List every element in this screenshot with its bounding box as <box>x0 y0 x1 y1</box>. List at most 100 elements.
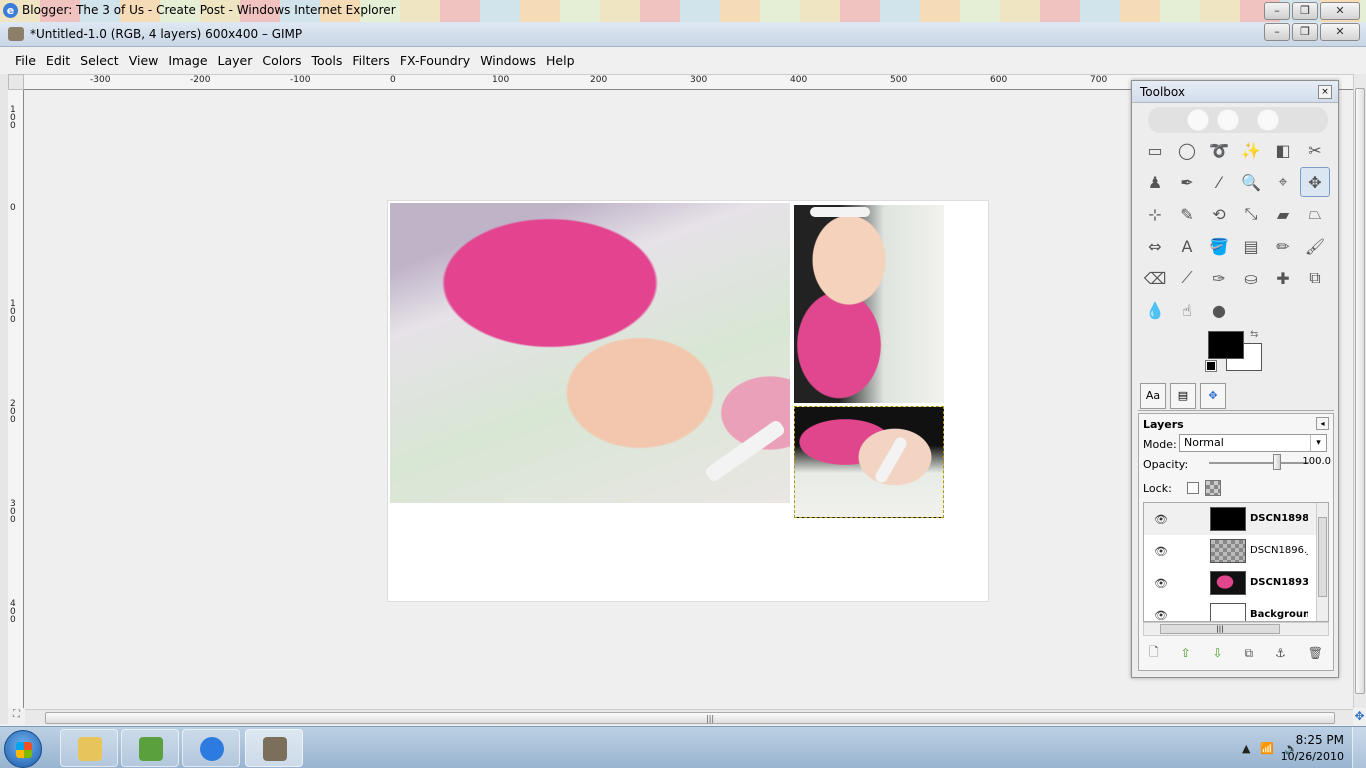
menu-filters[interactable]: Filters <box>347 53 394 68</box>
fuzzy-select-icon[interactable]: ✨ <box>1236 135 1266 165</box>
menu-file[interactable]: File <box>10 53 41 68</box>
ie-close-button[interactable]: ✕ <box>1320 2 1360 20</box>
layer-name[interactable]: DSCN1898.J <box>1250 513 1308 524</box>
clone-icon[interactable]: ⛀ <box>1236 263 1266 293</box>
visibility-eye-icon[interactable]: 👁 <box>1154 609 1168 621</box>
baby-photo-main[interactable] <box>390 203 790 503</box>
layer-list-vscrollbar[interactable] <box>1316 503 1328 621</box>
taskbar-explorer-button[interactable] <box>60 729 118 767</box>
opacity-slider-handle[interactable] <box>1273 454 1281 470</box>
scale-icon[interactable]: ⤡ <box>1236 199 1266 229</box>
shear-icon[interactable]: ▰ <box>1268 199 1298 229</box>
menu-tools[interactable]: Tools <box>307 53 348 68</box>
menu-view[interactable]: View <box>124 53 164 68</box>
zoom-icon[interactable]: 🔍 <box>1236 167 1266 197</box>
baby-photo-bottom-right-selected[interactable] <box>794 406 944 518</box>
raise-layer-button[interactable]: ⇧ <box>1181 646 1191 660</box>
taskbar-gimp-button[interactable] <box>245 729 303 767</box>
measure-icon[interactable]: ⌖ <box>1268 167 1298 197</box>
ruler-corner-button[interactable] <box>8 74 24 90</box>
taskbar-k-app-button[interactable] <box>121 729 179 767</box>
flip-icon[interactable]: ⇔ <box>1140 231 1170 261</box>
visibility-eye-icon[interactable]: 👁 <box>1154 545 1168 558</box>
opacity-value[interactable]: 100.0 <box>1289 456 1331 467</box>
menu-layer[interactable]: Layer <box>213 53 258 68</box>
ie-minimize-button[interactable]: – <box>1264 2 1290 20</box>
network-icon[interactable]: 📶 <box>1260 742 1274 755</box>
paintbrush-icon[interactable]: 🖌 <box>1300 231 1330 261</box>
tab-layers-stack-icon[interactable]: ▤ <box>1170 383 1196 409</box>
color-picker-icon[interactable]: ⁄ <box>1204 167 1234 197</box>
pencil-icon[interactable]: ✏ <box>1268 231 1298 261</box>
quick-mask-toggle[interactable]: ⛶ <box>8 709 25 725</box>
layer-row[interactable]: 👁 DSCN1893.. <box>1144 567 1328 599</box>
bucket-fill-icon[interactable]: 🪣 <box>1204 231 1234 261</box>
horizontal-scrollbar-thumb[interactable]: ||| <box>45 712 1335 724</box>
foreground-color-swatch[interactable] <box>1208 331 1244 359</box>
foreground-select-icon[interactable]: ♟ <box>1140 167 1170 197</box>
start-button[interactable] <box>4 730 42 768</box>
show-desktop-button[interactable] <box>1352 727 1366 768</box>
image-canvas[interactable] <box>388 201 988 601</box>
dodge-burn-icon[interactable]: ● <box>1204 295 1234 325</box>
toolbox-close-button[interactable]: × <box>1318 85 1332 99</box>
taskbar-ie-button[interactable] <box>182 729 240 767</box>
vertical-scrollbar-thumb[interactable] <box>1355 88 1365 694</box>
clock-time[interactable]: 8:25 PM <box>1296 733 1344 747</box>
baby-photo-top-right[interactable] <box>794 205 944 403</box>
free-select-icon[interactable]: ➰ <box>1204 135 1234 165</box>
paths-icon[interactable]: ✒ <box>1172 167 1202 197</box>
layer-row[interactable]: 👁 DSCN1898.J <box>1144 503 1328 535</box>
layer-name[interactable]: Background <box>1250 609 1308 620</box>
vertical-scrollbar[interactable] <box>1353 74 1366 708</box>
new-layer-button[interactable]: 🗋 <box>1149 643 1159 664</box>
ie-maximize-button[interactable]: ❐ <box>1292 2 1318 20</box>
gimp-maximize-button[interactable]: ❐ <box>1292 23 1318 41</box>
menu-image[interactable]: Image <box>163 53 212 68</box>
heal-icon[interactable]: ✚ <box>1268 263 1298 293</box>
default-colors-icon[interactable] <box>1205 360 1217 372</box>
swap-colors-icon[interactable]: ⇆ <box>1250 329 1258 340</box>
gimp-minimize-button[interactable]: – <box>1264 23 1290 41</box>
text-icon[interactable]: A <box>1172 231 1202 261</box>
anchor-layer-button[interactable]: ⚓ <box>1275 646 1286 660</box>
menu-colors[interactable]: Colors <box>257 53 306 68</box>
horizontal-scrollbar[interactable]: ||| <box>25 709 1353 725</box>
lower-layer-button[interactable]: ⇩ <box>1213 646 1223 660</box>
menu-fx-foundry[interactable]: FX-Foundry <box>395 53 475 68</box>
blur-icon[interactable]: 💧 <box>1140 295 1170 325</box>
tab-move-tool-options[interactable]: ✥ <box>1200 383 1226 409</box>
perspective-icon[interactable]: ⏢ <box>1300 199 1330 229</box>
layer-list-hscroll-thumb[interactable]: ||| <box>1160 624 1280 634</box>
blend-icon[interactable]: ▤ <box>1236 231 1266 261</box>
visibility-eye-icon[interactable]: 👁 <box>1154 513 1168 526</box>
move-icon[interactable]: ✥ <box>1300 167 1330 197</box>
navigate-icon[interactable]: ✥ <box>1353 709 1366 725</box>
tab-text-tool-options[interactable]: Aa <box>1140 383 1166 409</box>
ink-icon[interactable]: ✑ <box>1204 263 1234 293</box>
airbrush-icon[interactable]: ⟋ <box>1172 263 1202 293</box>
scissors-icon[interactable]: ✂ <box>1300 135 1330 165</box>
layer-name[interactable]: DSCN1896.JP <box>1250 545 1308 556</box>
rotate-icon[interactable]: ⟲ <box>1204 199 1234 229</box>
duplicate-layer-button[interactable]: ⧉ <box>1245 646 1254 661</box>
vertical-ruler[interactable]: 100 0 100 200 300 400 <box>8 90 24 708</box>
smudge-icon[interactable]: ☝ <box>1172 295 1202 325</box>
perspective-clone-icon[interactable]: ⧉ <box>1300 263 1330 293</box>
fg-bg-color-selector[interactable]: ⇆ <box>1205 329 1266 375</box>
eraser-icon[interactable]: ⌫ <box>1140 263 1170 293</box>
layer-name[interactable]: DSCN1893.. <box>1250 577 1308 588</box>
show-hidden-icons-icon[interactable]: ▲ <box>1242 742 1250 755</box>
lock-alpha-checkbox[interactable] <box>1205 480 1221 496</box>
layers-menu-icon[interactable]: ◂ <box>1316 417 1329 430</box>
lock-pixels-checkbox[interactable] <box>1187 482 1199 494</box>
menu-help[interactable]: Help <box>541 53 580 68</box>
visibility-eye-icon[interactable]: 👁 <box>1154 577 1168 590</box>
ellipse-select-icon[interactable]: ◯ <box>1172 135 1202 165</box>
select-by-color-icon[interactable]: ◧ <box>1268 135 1298 165</box>
menu-windows[interactable]: Windows <box>475 53 541 68</box>
clock-date[interactable]: 10/26/2010 <box>1281 750 1344 763</box>
rect-select-icon[interactable]: ▭ <box>1140 135 1170 165</box>
crop-icon[interactable]: ✎ <box>1172 199 1202 229</box>
gimp-close-button[interactable]: ✕ <box>1320 23 1360 41</box>
